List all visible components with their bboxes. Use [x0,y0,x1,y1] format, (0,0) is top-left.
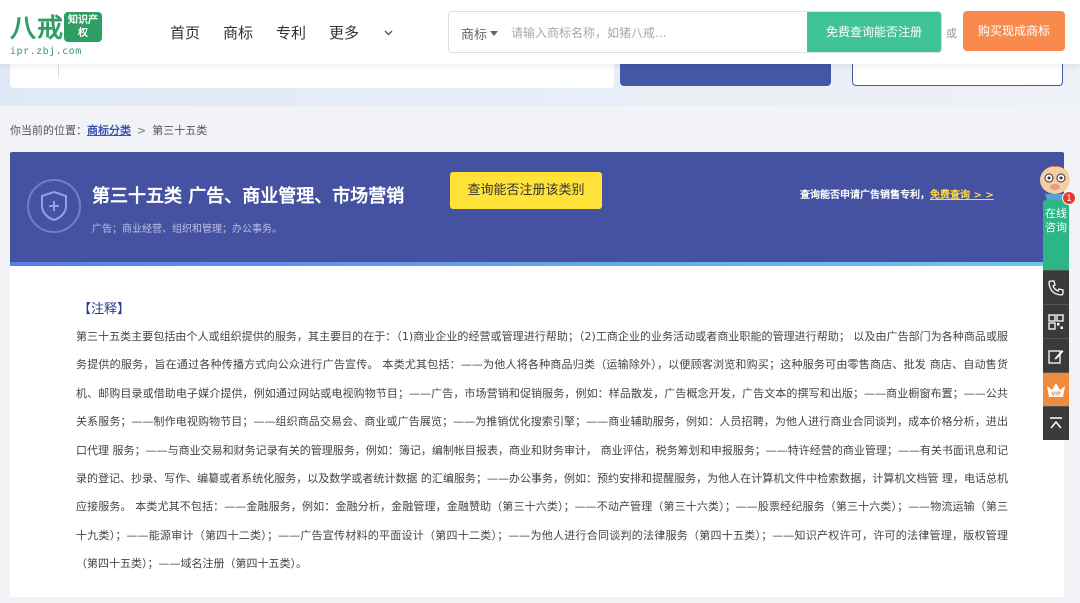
category-subtitle: 广告；商业经营、组织和管理；办公事务。 [92,224,282,235]
logo-badge: 知识产权 [64,12,102,42]
breadcrumb-current: 第三十五类 [152,124,208,137]
patent-query-text: 查询能否申请广告销售专利， [800,190,930,201]
svg-text:VIP: VIP [1051,391,1061,397]
side-float-panel: 在线咨询 1 VIP [1043,191,1076,440]
page-bottom-edge [0,597,1080,603]
breadcrumb-prefix: 你当前的位置： [10,124,87,137]
qrcode-icon[interactable] [1043,304,1069,338]
hidden-search-strip [0,54,1080,106]
page-title: 第三十五类 广告、商业管理、市场营销 [92,186,405,207]
nav-item-home[interactable]: 首页 [170,22,200,43]
search-category-label: 商标 [461,28,488,43]
category-banner: 第三十五类 广告、商业管理、市场营销 广告；商业经营、组织和管理；办公事务。 查… [10,152,1064,262]
breadcrumb-separator: > [137,124,147,137]
main-nav: 首页 商标 专利 更多 [170,22,416,43]
back-to-top-icon[interactable] [1043,406,1069,440]
logo-url: ipr.zbj.com [10,46,82,57]
free-query-button[interactable]: 免费查询能否注册 [807,12,941,52]
search-bar: 商标 免费查询能否注册 [448,11,942,53]
edit-icon[interactable] [1043,338,1069,372]
caret-down-icon [490,31,499,36]
vip-icon[interactable]: VIP [1043,372,1069,406]
content-panel: 【注释】 第三十五类主要包括由个人或组织提供的服务，其主要目的在于：（1)商业企… [10,266,1064,603]
site-logo[interactable]: 八戒 知识产权 ipr.zbj.com [10,8,102,58]
unread-badge: 1 [1062,191,1076,205]
online-consult-label: 在线咨询 [1045,207,1067,234]
nav-item-patent[interactable]: 专利 [276,22,306,43]
logo-text: 八戒 [10,14,65,44]
patent-query-promo: 查询能否申请广告销售专利，免费查询 > > [800,186,994,201]
note-heading: 【注释】 [78,302,131,317]
chevron-down-icon [384,30,393,35]
check-category-button[interactable]: 查询能否注册该类别 [450,172,602,209]
top-header: 八戒 知识产权 ipr.zbj.com 首页 商标 专利 更多 商标 免费查询能… [0,0,1080,64]
or-text: 或 [946,27,957,40]
nav-item-more[interactable]: 更多 [329,22,393,43]
breadcrumb-link-category[interactable]: 商标分类 [87,124,131,137]
note-body: 第三十五类主要包括由个人或组织提供的服务，其主要目的在于：（1)商业企业的经营或… [76,330,1008,571]
search-input[interactable] [511,22,791,44]
phone-icon[interactable] [1043,270,1069,304]
online-consult-button[interactable]: 在线咨询 1 [1043,191,1076,270]
nav-more-label: 更多 [329,24,360,42]
search-category-select[interactable]: 商标 [461,24,499,43]
shield-icon [27,179,81,233]
free-query-link[interactable]: 免费查询 > > [930,190,994,201]
nav-item-trademark[interactable]: 商标 [223,22,253,43]
breadcrumb: 你当前的位置：商标分类 > 第三十五类 [10,122,207,138]
buy-trademark-button[interactable]: 购买现成商标 [963,11,1065,51]
